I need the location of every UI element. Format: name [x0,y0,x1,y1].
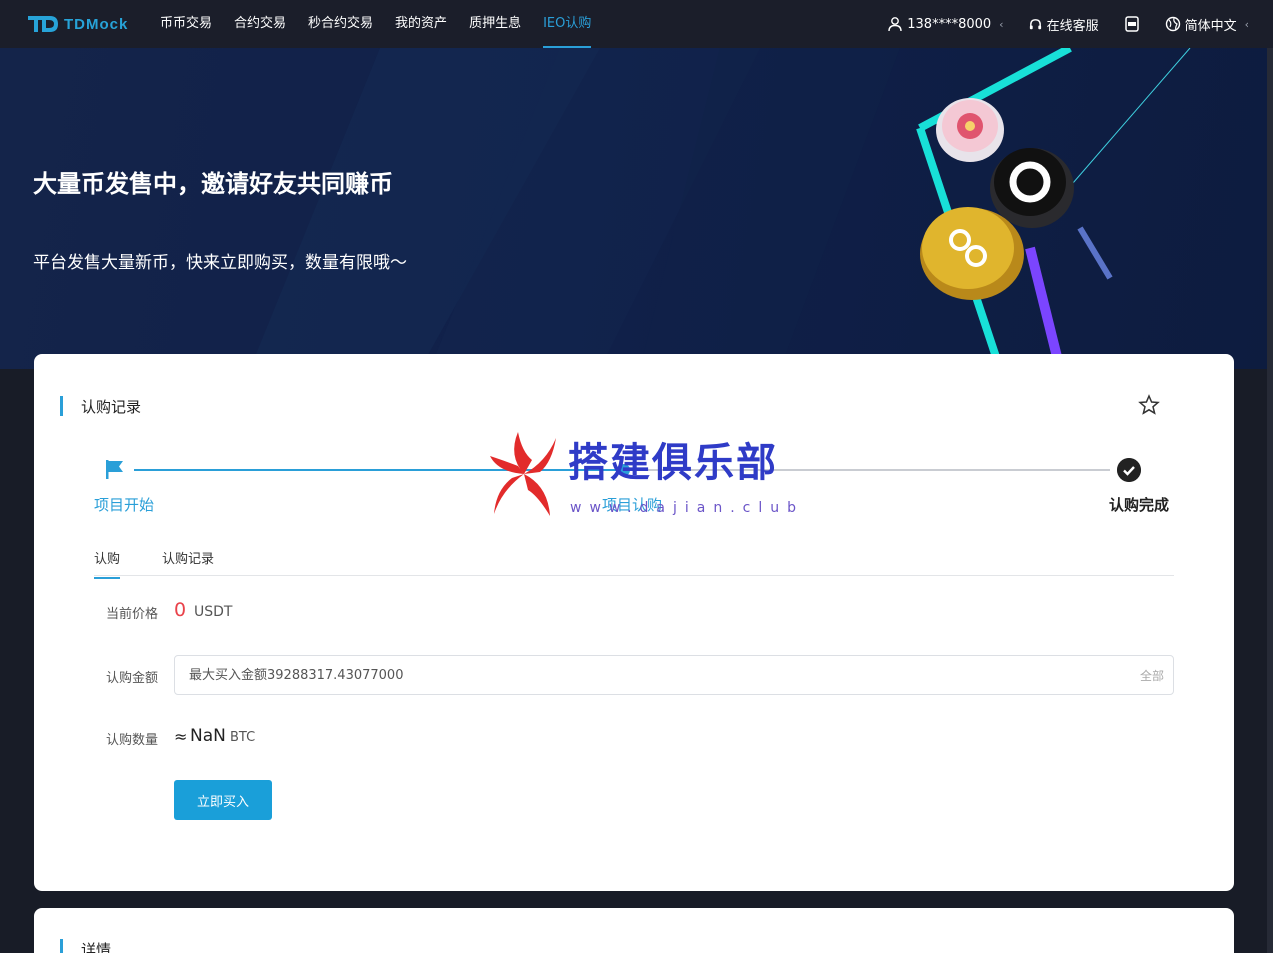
menu-item-seconds-contract[interactable]: 秒合约交易 [308,0,373,48]
progress-steps: 项目开始 项目认购 认购完成 [94,454,1174,514]
progress-line-done [134,469,624,471]
title-accent-bar [60,939,63,953]
title-accent-bar [60,396,63,416]
menu-item-ieo[interactable]: IEO认购 [543,0,592,48]
coins-illustration [916,48,1191,369]
headset-icon [1029,18,1041,29]
menu-item-spot[interactable]: 币币交易 [160,0,212,48]
top-nav: TDMock 币币交易 合约交易 秒合约交易 我的资产 质押生息 IEO认购 1… [0,0,1273,48]
price-value: 0 [174,599,187,621]
step-label-complete: 认购完成 [1109,496,1170,514]
details-card: 详情 [34,908,1234,953]
hero-title: 大量币发售中，邀请好友共同赚币 [33,170,393,198]
menu-item-assets[interactable]: 我的资产 [395,0,447,48]
section-title-text: 认购记录 [81,397,142,416]
hero-subtitle: 平台发售大量新币，快来立即购买，数量有限哦～ [33,253,407,273]
app-download-button[interactable] [1123,15,1141,33]
hero-banner: 大量币发售中，邀请好友共同赚币 平台发售大量新币，快来立即购买，数量有限哦～ [0,48,1273,369]
chevron-left-icon: ‹ [999,17,1004,31]
page-scrollbar[interactable] [1267,48,1273,953]
globe-icon [1165,16,1180,32]
amount-label: 认购金额 [106,671,159,686]
menu-item-staking[interactable]: 质押生息 [469,0,521,48]
check-circle-icon [1117,458,1141,482]
app-download-icon [1124,16,1139,32]
quantity-unit: BTC [230,730,256,745]
service-label: 在线客服 [1046,18,1099,34]
tab-subscribe[interactable]: 认购 [94,548,121,579]
progress-line-pending [624,469,1110,471]
step-label-start: 项目开始 [94,496,155,514]
menu-item-contract[interactable]: 合约交易 [234,0,286,48]
nav-right: 138****8000 ‹ 在线客服 简体中文 ‹ [863,0,1249,48]
logo[interactable]: TDMock [26,13,144,35]
language-label: 简体中文 [1184,18,1237,34]
logo-icon [28,16,58,32]
buy-now-button[interactable]: 立即买入 [174,780,272,820]
online-service-link[interactable]: 在线客服 [1028,15,1099,34]
section-title: 认购记录 [60,395,141,417]
account-menu[interactable]: 138****8000 ‹ [887,16,1004,32]
step-label-subscribe: 项目认购 [602,496,663,514]
step-dot-current [618,464,630,476]
main-menu: 币币交易 合约交易 秒合约交易 我的资产 质押生息 IEO认购 [160,0,613,48]
language-selector[interactable]: 简体中文 ‹ [1165,15,1249,34]
quantity-approx-symbol: ≈ [174,727,188,746]
details-title-text: 详情 [81,940,112,953]
star-icon[interactable] [1138,394,1160,416]
quantity-value: NaN [190,726,226,746]
amount-input[interactable] [174,655,1174,695]
all-amount-button[interactable]: 全部 [1140,667,1164,684]
logo-text: TDMock [64,15,129,33]
price-label: 当前价格 [106,607,159,622]
price-unit: USDT [194,604,233,620]
flag-icon [106,460,123,479]
tab-records[interactable]: 认购记录 [162,548,214,577]
chevron-left-icon: ‹ [1244,17,1249,31]
quantity-label: 认购数量 [106,733,159,748]
user-icon [888,17,902,32]
subscription-card: 认购记录 项目开始 项目认购 认购完成 认购 认购记录 当前价格 0 USDT … [34,354,1234,891]
account-name: 138****8000 [907,16,992,32]
details-section-title: 详情 [60,938,111,953]
tab-bar: 认购 认购记录 [94,546,1174,579]
